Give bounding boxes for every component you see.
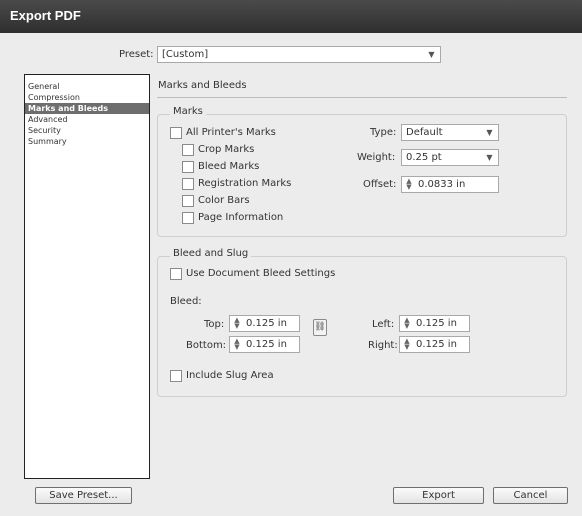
stepper-arrows-icon[interactable]: ▲ ▼	[402, 338, 412, 351]
use-document-bleed-checkbox[interactable]	[170, 268, 182, 280]
bleed-label: Bleed:	[170, 296, 202, 307]
top-bleed-value: 0.125 in	[246, 318, 287, 329]
marks-group-title: Marks	[170, 106, 206, 117]
right-bleed-value: 0.125 in	[416, 339, 457, 350]
weight-value: 0.25 pt	[406, 152, 442, 163]
offset-stepper[interactable]: ▲ ▼ 0.0833 in	[401, 176, 499, 193]
registration-marks-label: Registration Marks	[198, 178, 292, 189]
right-bleed-stepper[interactable]: ▲ ▼ 0.125 in	[399, 336, 470, 353]
registration-marks-checkbox[interactable]	[182, 178, 194, 190]
preset-dropdown[interactable]: [Custom] ▼	[157, 46, 441, 63]
color-bars-checkbox[interactable]	[182, 195, 194, 207]
left-bleed-stepper[interactable]: ▲ ▼ 0.125 in	[399, 315, 470, 332]
stepper-arrows-icon[interactable]: ▲ ▼	[404, 178, 414, 191]
all-printers-marks-checkbox[interactable]	[170, 127, 182, 139]
window-title: Export PDF	[0, 0, 582, 33]
bottom-bleed-value: 0.125 in	[246, 339, 287, 350]
left-label: Left:	[372, 319, 395, 330]
stepper-arrows-icon[interactable]: ▲ ▼	[232, 317, 242, 330]
weight-label: Weight:	[357, 152, 396, 163]
sidebar-item-summary[interactable]: Summary	[25, 136, 149, 147]
section-title: Marks and Bleeds	[158, 80, 247, 91]
top-bleed-stepper[interactable]: ▲ ▼ 0.125 in	[229, 315, 300, 332]
export-pdf-dialog: Export PDF Preset: [Custom] ▼ General Co…	[0, 0, 582, 516]
bleed-group-title: Bleed and Slug	[170, 248, 252, 259]
include-slug-label: Include Slug Area	[186, 370, 274, 381]
category-list: General Compression Marks and Bleeds Adv…	[24, 74, 150, 479]
preset-value: [Custom]	[162, 49, 209, 60]
sidebar-item-security[interactable]: Security	[25, 125, 149, 136]
export-button[interactable]: Export	[393, 487, 484, 504]
chevron-down-icon: ▼	[486, 128, 493, 137]
color-bars-label: Color Bars	[198, 195, 250, 206]
include-slug-checkbox[interactable]	[170, 370, 182, 382]
all-printers-marks-label: All Printer's Marks	[186, 127, 276, 138]
type-label: Type:	[370, 127, 397, 138]
offset-value: 0.0833 in	[418, 179, 466, 190]
bottom-bleed-stepper[interactable]: ▲ ▼ 0.125 in	[229, 336, 300, 353]
bottom-label: Bottom:	[186, 340, 227, 351]
page-information-label: Page Information	[198, 212, 284, 223]
cancel-button[interactable]: Cancel	[493, 487, 568, 504]
stepper-arrows-icon[interactable]: ▲ ▼	[402, 317, 412, 330]
type-dropdown[interactable]: Default ▼	[401, 124, 499, 141]
preset-label: Preset:	[119, 49, 154, 60]
offset-label: Offset:	[363, 179, 397, 190]
stepper-arrows-icon[interactable]: ▲ ▼	[232, 338, 242, 351]
save-preset-button[interactable]: Save Preset...	[35, 487, 132, 504]
sidebar-item-general[interactable]: General	[25, 81, 149, 92]
chevron-down-icon: ▼	[486, 153, 493, 162]
page-information-checkbox[interactable]	[182, 212, 194, 224]
left-bleed-value: 0.125 in	[416, 318, 457, 329]
sidebar-item-marks-and-bleeds[interactable]: Marks and Bleeds	[25, 103, 149, 114]
chevron-down-icon: ▼	[428, 50, 435, 59]
bleed-marks-checkbox[interactable]	[182, 161, 194, 173]
weight-dropdown[interactable]: 0.25 pt ▼	[401, 149, 499, 166]
use-document-bleed-label: Use Document Bleed Settings	[186, 268, 336, 279]
crop-marks-checkbox[interactable]	[182, 144, 194, 156]
type-value: Default	[406, 127, 443, 138]
crop-marks-label: Crop Marks	[198, 144, 255, 155]
sidebar-item-advanced[interactable]: Advanced	[25, 114, 149, 125]
link-chain-icon[interactable]: ⛓	[313, 319, 327, 336]
bleed-marks-label: Bleed Marks	[198, 161, 260, 172]
top-label: Top:	[204, 319, 225, 330]
right-label: Right:	[368, 340, 398, 351]
sidebar-item-compression[interactable]: Compression	[25, 92, 149, 103]
section-divider	[157, 97, 567, 98]
